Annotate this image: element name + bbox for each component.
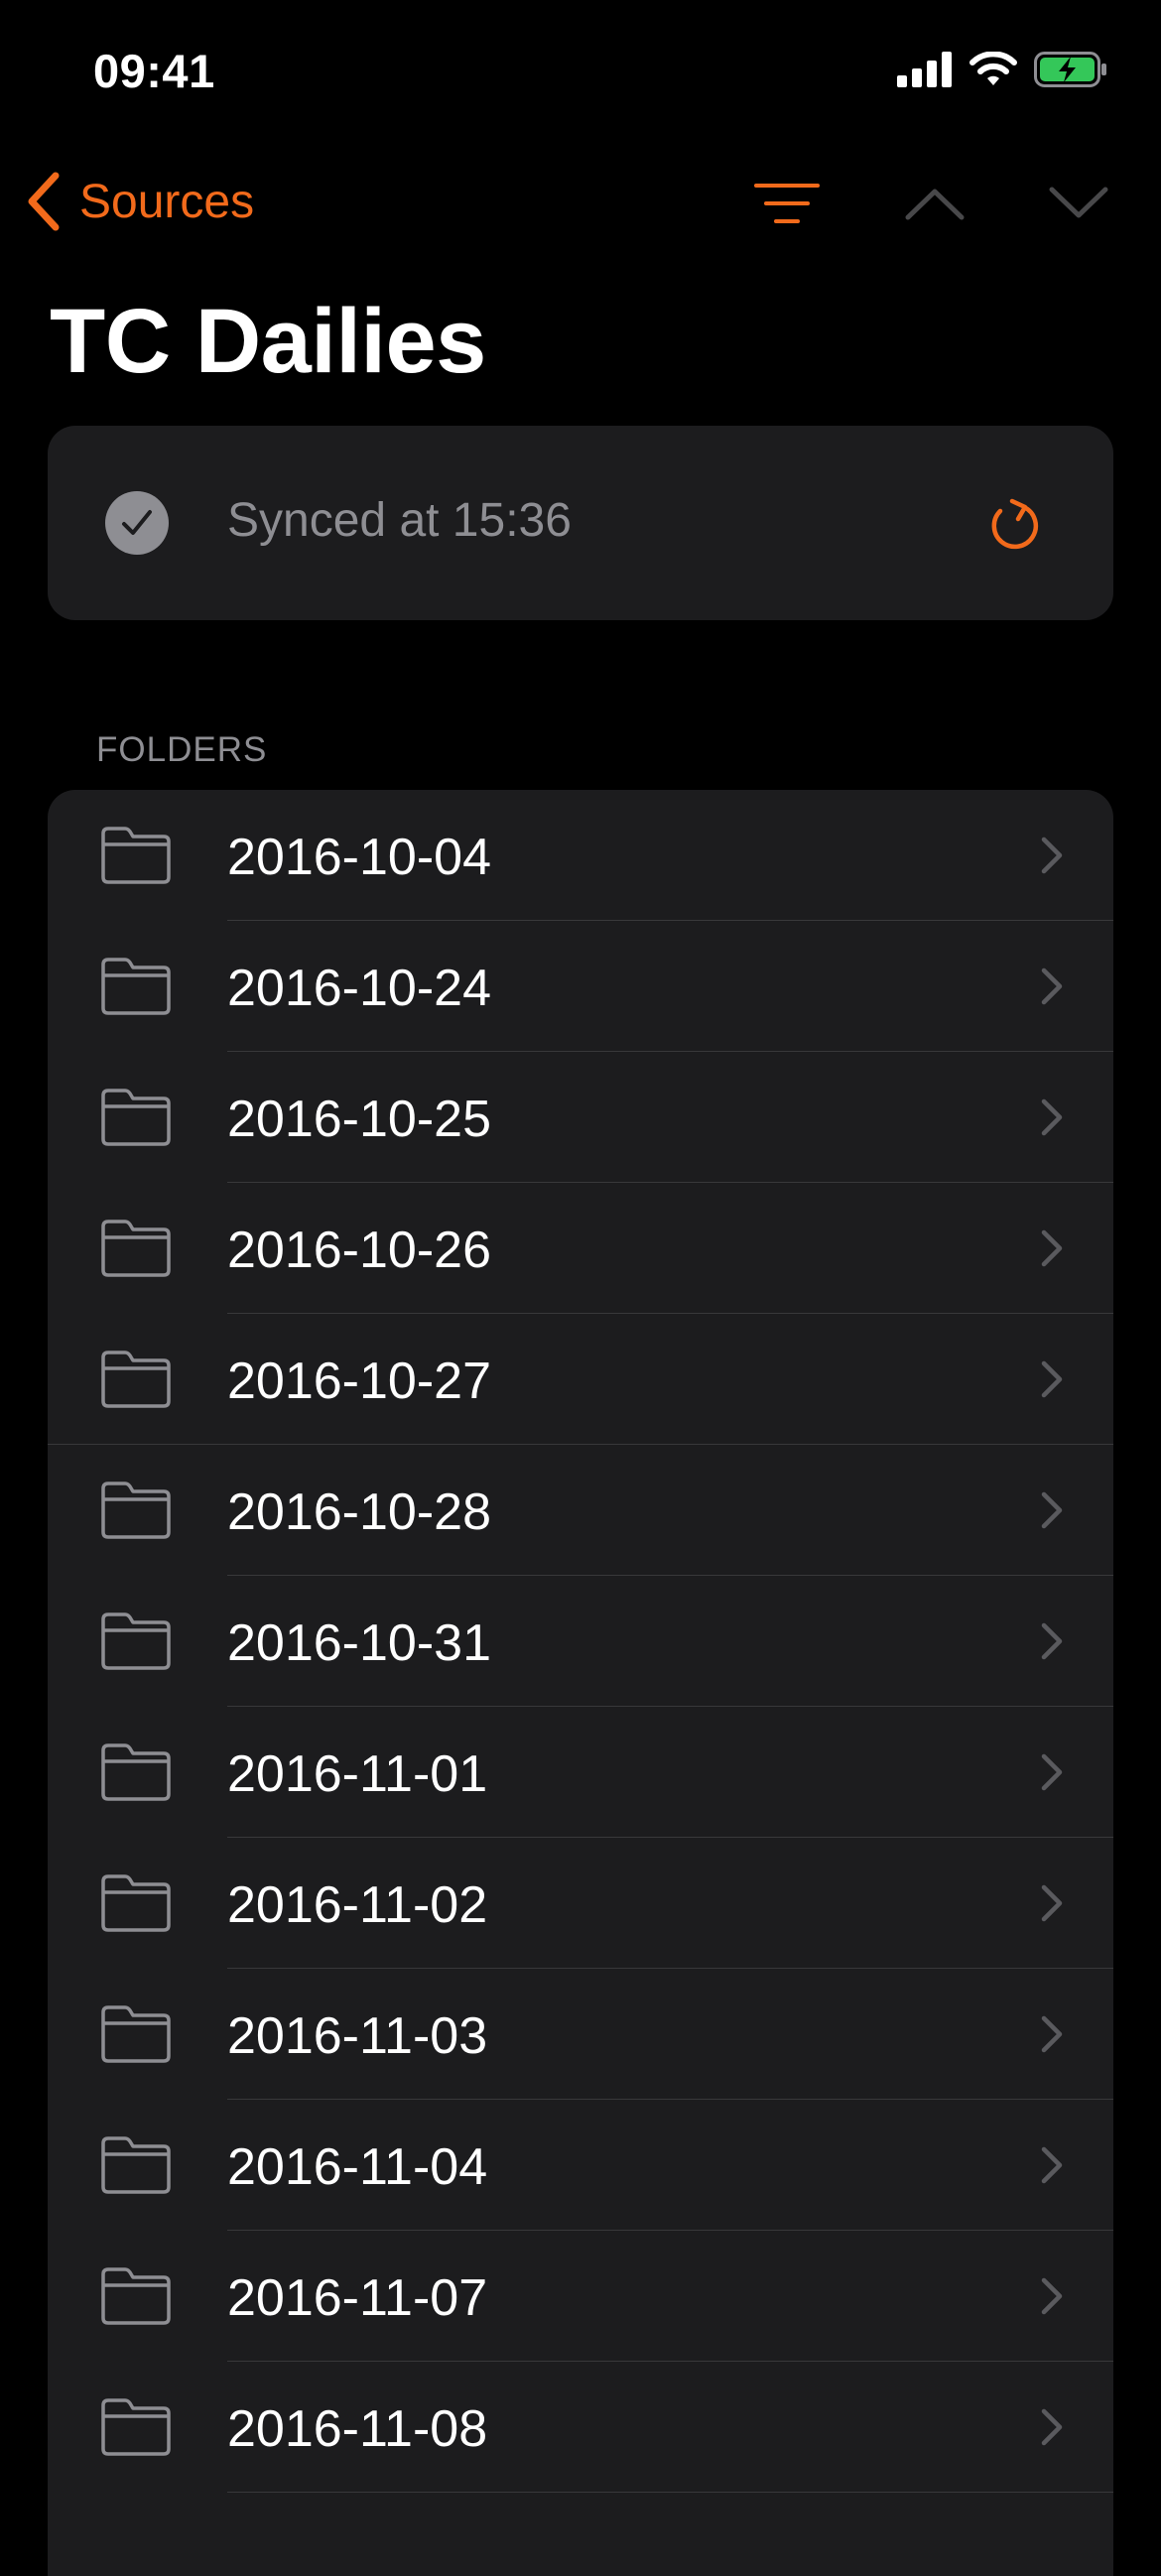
folder-icon xyxy=(101,1612,171,1670)
folder-name: 2016-11-04 xyxy=(227,2138,488,2196)
chevron-right-icon xyxy=(1041,1229,1063,1267)
folder-name: 2016-10-25 xyxy=(227,1091,491,1148)
chevron-left-icon xyxy=(28,172,60,231)
folder-name: 2016-10-24 xyxy=(227,960,491,1017)
battery-charging-icon xyxy=(1034,52,1106,87)
folder-row[interactable]: 2016-11-01 xyxy=(48,1707,1113,1838)
chevron-right-icon xyxy=(1041,2146,1063,2184)
folder-row[interactable]: 2016-10-27 xyxy=(48,1314,1113,1445)
folder-list: 2016-10-04 2016-10-24 2016-10-25 2016-10-26… xyxy=(48,790,1113,2576)
refresh-button[interactable] xyxy=(982,493,1046,557)
folder-icon xyxy=(101,1089,171,1146)
checkmark-circle-icon xyxy=(105,491,169,555)
navigation-bar: Sources xyxy=(0,159,1161,248)
chevron-right-icon xyxy=(1041,1098,1063,1136)
folder-icon xyxy=(101,2136,171,2194)
folder-icon xyxy=(101,2005,171,2063)
chevron-down-icon xyxy=(1049,187,1108,218)
chevron-right-icon xyxy=(1041,1753,1063,1791)
chevron-right-icon xyxy=(1041,1360,1063,1398)
wifi-icon xyxy=(969,52,1017,85)
folder-name: 2016-11-01 xyxy=(227,1745,488,1803)
row-separator xyxy=(227,2491,1113,2493)
folder-name: 2016-11-02 xyxy=(227,1876,488,1934)
folder-icon xyxy=(101,827,171,884)
sync-status-text: Synced at 15:36 xyxy=(227,494,572,547)
folder-icon xyxy=(101,2267,171,2325)
folder-row[interactable]: 2016-10-04 xyxy=(48,790,1113,921)
folder-icon xyxy=(101,1743,171,1801)
folder-icon xyxy=(101,2398,171,2456)
folder-icon xyxy=(101,1874,171,1932)
chevron-right-icon xyxy=(1041,2277,1063,2315)
folder-name: 2016-11-07 xyxy=(227,2269,488,2327)
folder-name: 2016-10-04 xyxy=(227,829,491,886)
cellular-signal-icon xyxy=(897,52,952,87)
sync-status-card: Synced at 15:36 xyxy=(48,426,1113,620)
folder-name: 2016-10-26 xyxy=(227,1222,491,1279)
previous-item-button[interactable] xyxy=(890,169,979,238)
chevron-right-icon xyxy=(1041,2408,1063,2446)
back-button[interactable]: Sources xyxy=(24,167,254,236)
chevron-right-icon xyxy=(1041,2015,1063,2053)
folder-row[interactable]: 2016-11-04 xyxy=(48,2100,1113,2231)
folder-row[interactable]: 2016-11-08 xyxy=(48,2362,1113,2493)
chevron-right-icon xyxy=(1041,1491,1063,1529)
page-title: TC Dailies xyxy=(50,291,486,392)
folder-row[interactable]: 2016-10-25 xyxy=(48,1052,1113,1183)
folders-section-header: FOLDERS xyxy=(96,730,268,769)
folder-name: 2016-11-08 xyxy=(227,2400,488,2458)
folder-row[interactable]: 2016-11-03 xyxy=(48,1969,1113,2100)
status-time: 09:41 xyxy=(93,45,215,97)
folder-name: 2016-10-31 xyxy=(227,1614,491,1672)
sort-filter-button[interactable] xyxy=(742,169,832,238)
chevron-right-icon xyxy=(1041,1884,1063,1922)
chevron-right-icon xyxy=(1041,967,1063,1005)
chevron-right-icon xyxy=(1041,837,1063,874)
status-icons xyxy=(897,52,1107,87)
chevron-up-icon xyxy=(905,189,965,220)
folder-row[interactable]: 2016-10-31 xyxy=(48,1576,1113,1707)
folder-icon xyxy=(101,1220,171,1277)
refresh-icon xyxy=(991,498,1039,550)
next-item-button[interactable] xyxy=(1034,169,1123,238)
folder-name: 2016-10-28 xyxy=(227,1483,491,1541)
folder-name: 2016-10-27 xyxy=(227,1352,491,1410)
folder-row[interactable]: 2016-11-07 xyxy=(48,2231,1113,2362)
folder-icon xyxy=(101,958,171,1015)
chevron-right-icon xyxy=(1041,1622,1063,1660)
folder-name: 2016-11-03 xyxy=(227,2007,488,2065)
status-bar: 09:41 xyxy=(0,0,1161,149)
folder-row[interactable]: 2016-10-24 xyxy=(48,921,1113,1052)
folder-icon xyxy=(101,1481,171,1539)
folder-row[interactable]: 2016-10-28 xyxy=(48,1445,1113,1576)
sort-lines-icon xyxy=(754,184,820,223)
back-button-label: Sources xyxy=(79,175,255,228)
folder-icon xyxy=(101,1351,171,1408)
folder-row[interactable]: 2016-11-02 xyxy=(48,1838,1113,1969)
folder-row[interactable]: 2016-10-26 xyxy=(48,1183,1113,1314)
